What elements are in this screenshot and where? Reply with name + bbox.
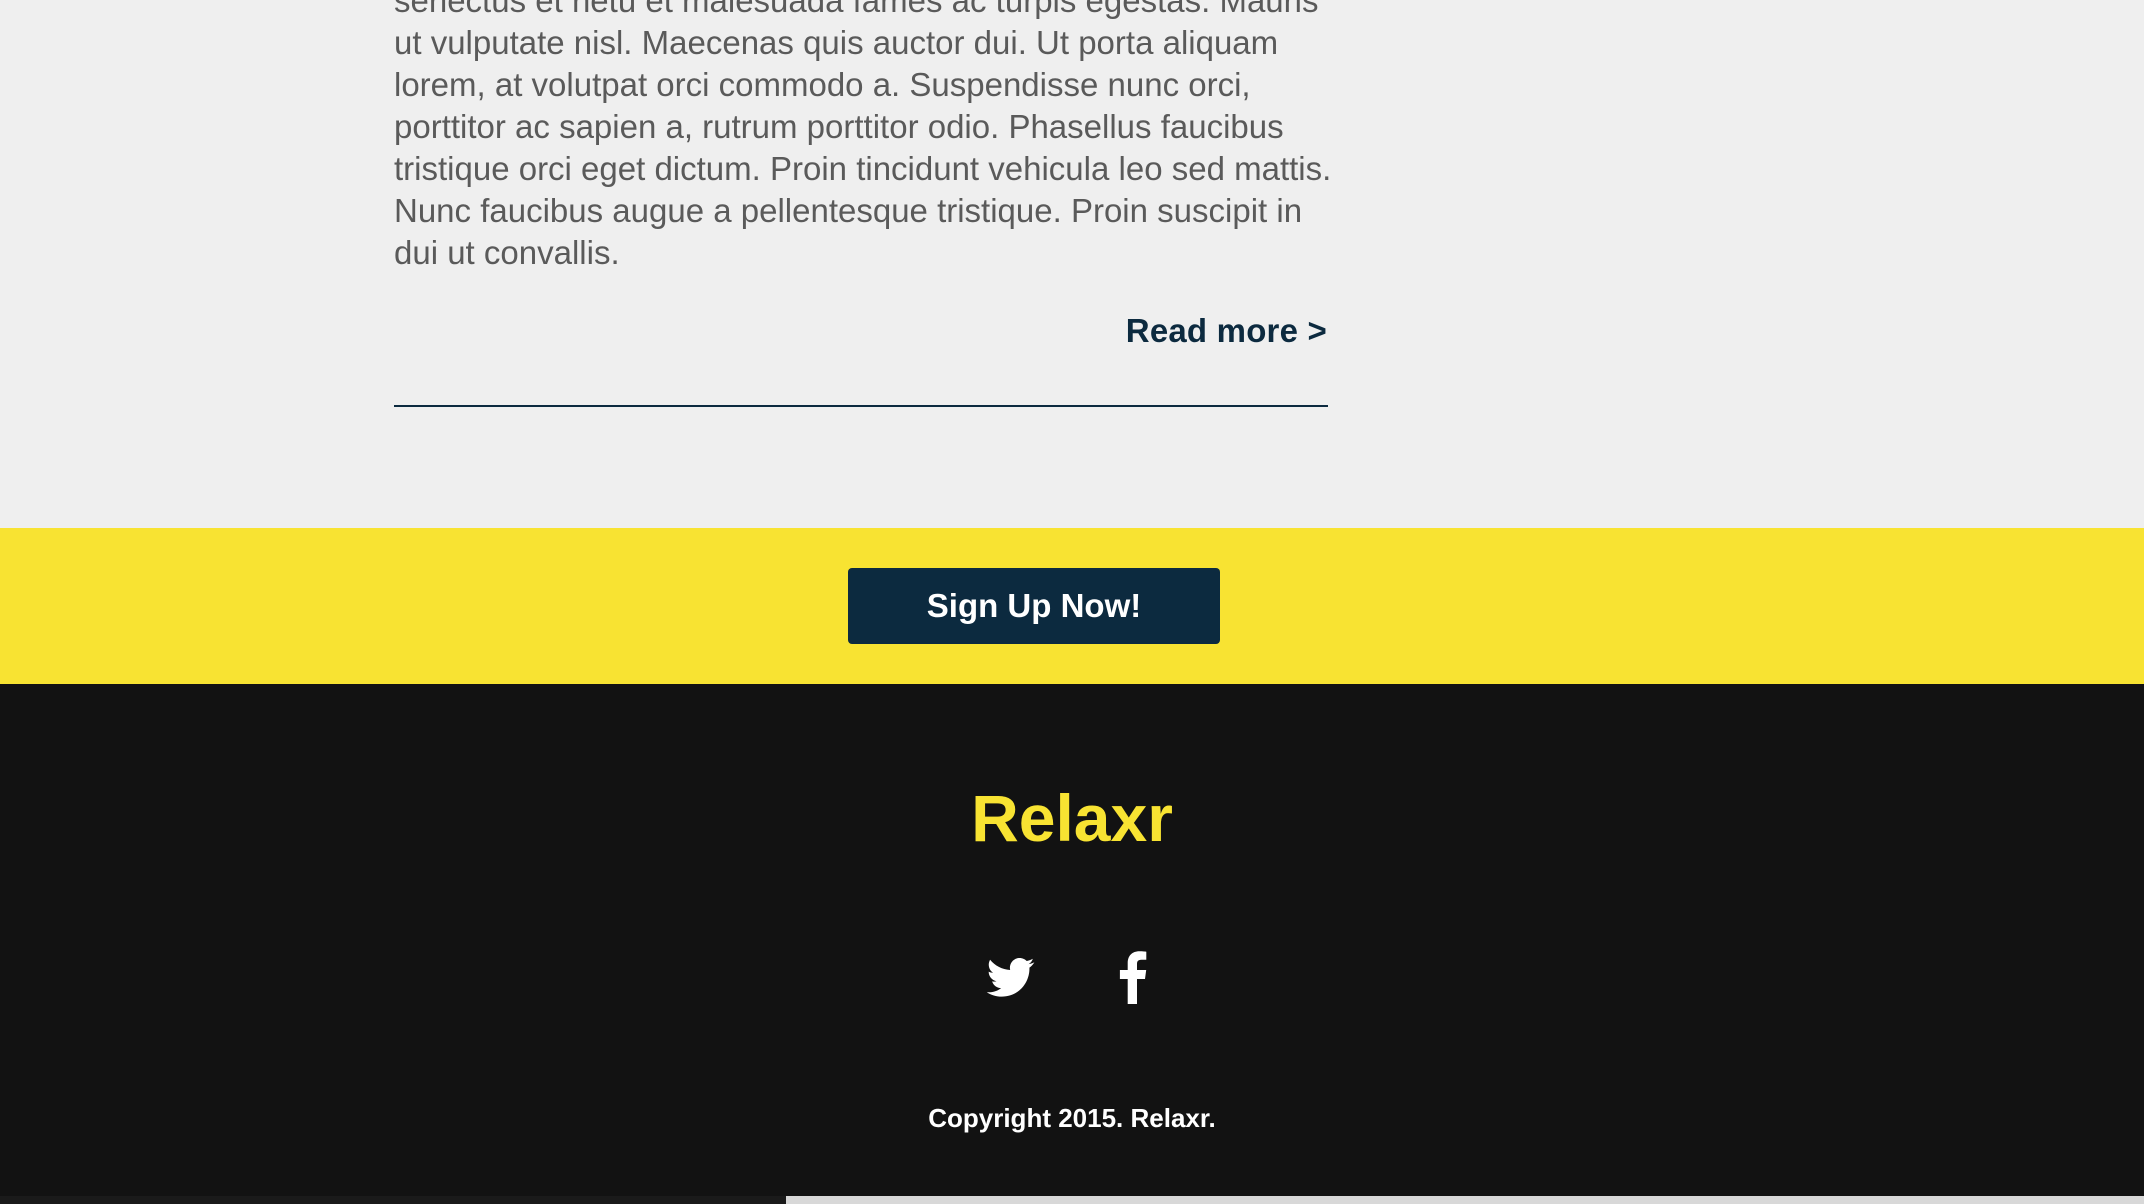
social-links <box>0 946 2144 1006</box>
twitter-icon <box>986 957 1034 997</box>
site-footer: Relaxr Copyright 2015. Relaxr. <box>0 684 2144 1196</box>
bottom-window-panel <box>786 1196 2144 1204</box>
bottom-window-strip <box>0 1196 2144 1204</box>
article-section: senectus et netu et malesuada fames ac t… <box>0 0 2144 528</box>
read-more-link[interactable]: Read more > <box>1126 312 1327 350</box>
article-body-text: senectus et netu et malesuada fames ac t… <box>394 0 1332 271</box>
sign-up-button[interactable]: Sign Up Now! <box>848 568 1220 644</box>
signup-banner: Sign Up Now! <box>0 528 2144 684</box>
facebook-link[interactable] <box>1102 946 1166 1006</box>
twitter-link[interactable] <box>978 946 1042 1006</box>
facebook-icon <box>1120 951 1147 1004</box>
article-divider <box>394 405 1328 407</box>
copyright-text: Copyright 2015. Relaxr. <box>928 1103 1216 1133</box>
footer-logo: Relaxr <box>971 781 1173 855</box>
